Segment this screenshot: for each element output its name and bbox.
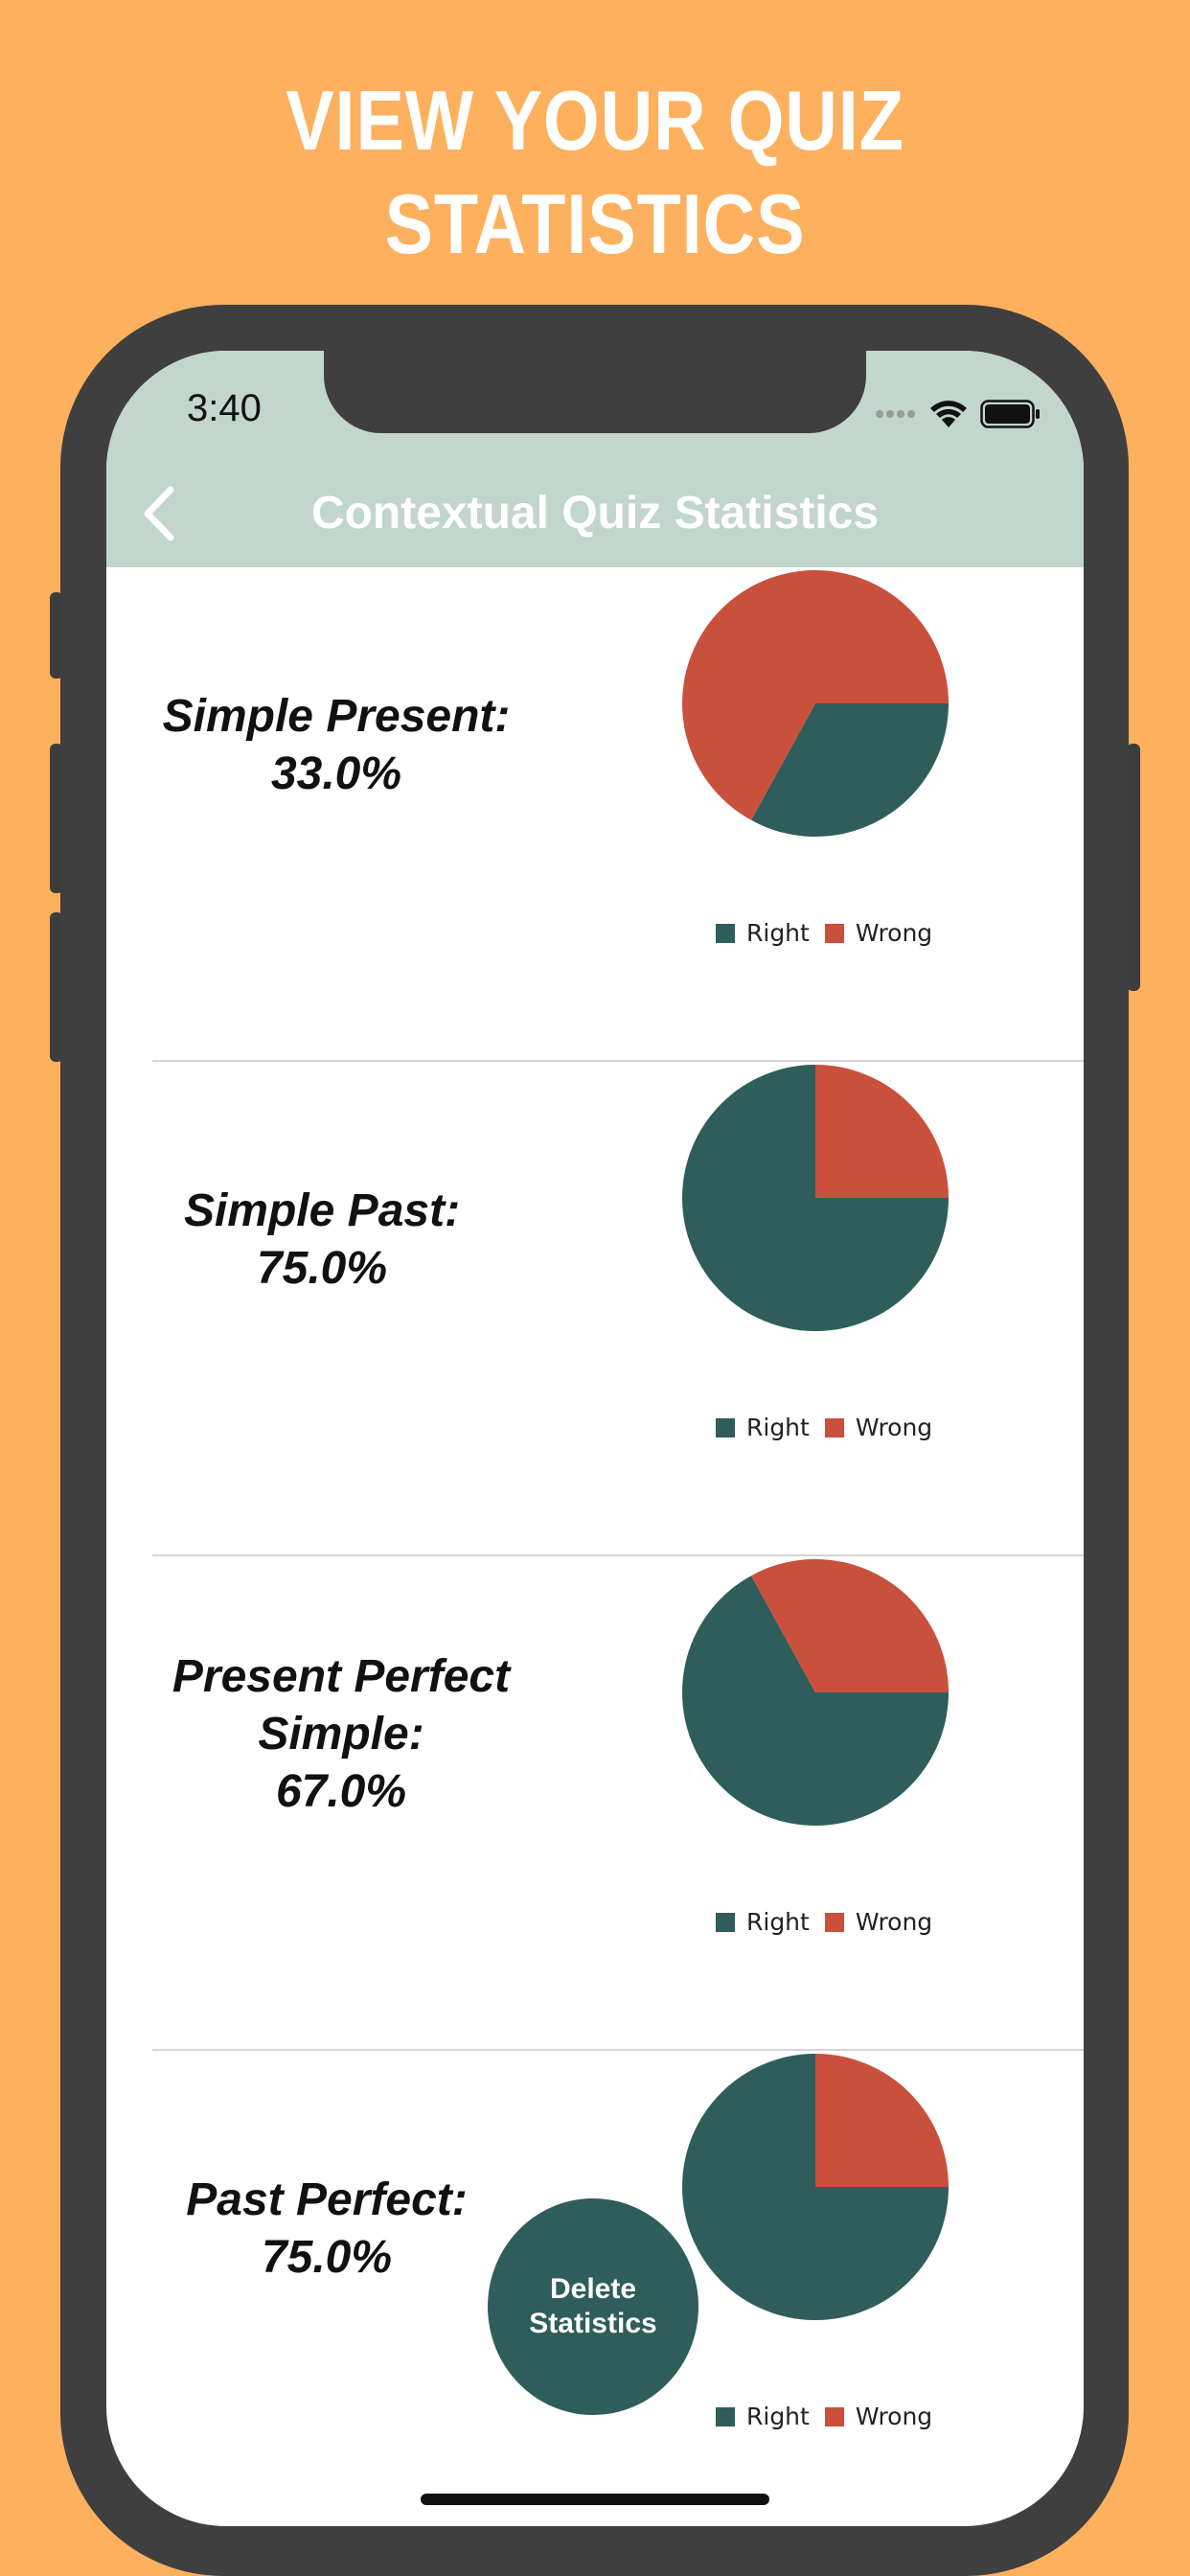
legend-wrong-label: Wrong [855,1414,933,1441]
pie-chart [682,2054,949,2320]
legend-wrong: Wrong [824,919,933,947]
pie-slice-wrong [815,1065,949,1198]
legend-wrong-label: Wrong [855,919,933,947]
stat-label: Simple Past: 75.0% [145,1183,499,1298]
pie-chart [682,570,949,837]
wifi-icon [930,401,967,427]
delete-button-line-2: Statistics [529,2308,657,2339]
legend-right-label: Right [746,2403,810,2430]
status-time: 3:40 [187,387,262,429]
legend-wrong-swatch [824,923,844,943]
stat-label-line: Simple: [258,1709,424,1760]
legend-right: Right [716,2403,810,2430]
promo-headline-line-1: VIEW YOUR QUIZ [286,73,904,168]
delete-button-line-1: Delete [549,2273,637,2305]
legend-right-swatch [716,1912,735,1932]
legend-right: Right [716,1908,810,1936]
legend-right-label: Right [746,1414,810,1441]
legend-right-swatch [716,923,735,943]
signal-icon [876,410,915,418]
chart-legend: Right Wrong [716,919,948,947]
legend-right-label: Right [746,1908,810,1936]
stat-row-present-perfect-simple: Present Perfect Simple: 67.0% Right Wron… [106,1556,1084,2051]
stat-label-line: Present Perfect [172,1651,511,1702]
home-indicator[interactable] [421,2494,769,2505]
legend-wrong-label: Wrong [855,2403,933,2430]
pie-chart [682,1065,949,1331]
stat-label-percent: 75.0% [256,1243,388,1294]
phone-screen: 3:40 Contextual Quiz Statistics Simple P… [106,351,1084,2526]
stat-label-percent: 67.0% [275,1766,407,1817]
stat-row-simple-present: Simple Present: 33.0% Right Wrong [106,567,1084,1062]
stat-label: Present Perfect Simple: 67.0% [154,1648,528,1821]
stat-label-percent: 33.0% [270,748,402,799]
pie-chart [682,1559,949,1826]
stat-label-line: Past Perfect: [186,2174,468,2225]
legend-wrong-label: Wrong [855,1908,933,1936]
legend-right: Right [716,1414,810,1441]
pie-slice-wrong [815,2054,949,2187]
stat-label-line: Simple Present: [162,691,511,742]
stat-label: Past Perfect: 75.0% [145,2172,509,2287]
notch [324,351,866,433]
phone-power-button [1127,744,1140,991]
chart-legend: Right Wrong [716,1908,948,1936]
legend-right-swatch [716,1417,735,1438]
legend-wrong: Wrong [824,2403,933,2430]
promo-headline: VIEW YOUR QUIZ STATISTICS [83,69,1107,276]
chart-legend: Right Wrong [716,1414,948,1441]
stat-label-line: Simple Past: [183,1185,461,1236]
legend-right-swatch [716,2406,735,2426]
stat-label-percent: 75.0% [261,2232,393,2283]
stat-row-simple-past: Simple Past: 75.0% Right Wrong [106,1062,1084,1556]
page-title: Contextual Quiz Statistics [310,488,880,539]
legend-wrong: Wrong [824,1414,933,1441]
status-icons [875,395,1041,433]
legend-right: Right [716,919,810,947]
legend-wrong-swatch [824,1417,844,1438]
nav-bar: 3:40 Contextual Quiz Statistics [106,351,1084,567]
promo-headline-line-2: STATISTICS [384,176,806,271]
delete-statistics-button[interactable]: Delete Statistics [488,2198,698,2415]
stat-label: Simple Present: 33.0% [145,688,528,803]
chart-legend: Right Wrong [716,2403,948,2430]
legend-wrong: Wrong [824,1908,933,1936]
legend-wrong-swatch [824,2406,844,2426]
legend-right-label: Right [746,919,810,947]
battery-icon [980,400,1040,428]
legend-wrong-swatch [824,1912,844,1932]
